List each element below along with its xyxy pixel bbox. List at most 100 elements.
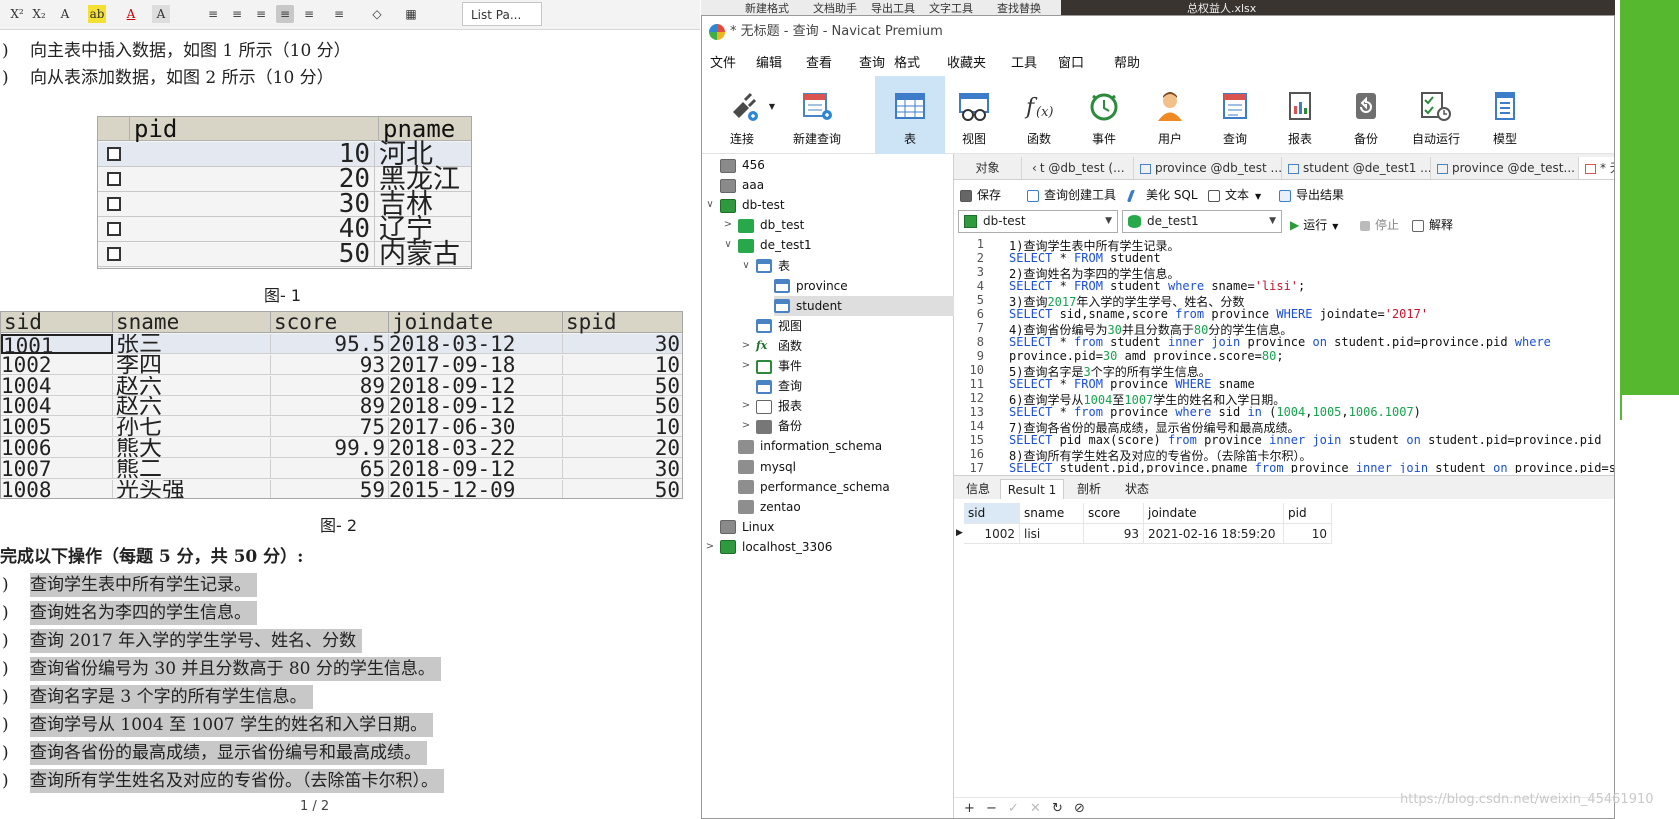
align-left-icon[interactable]: ≡ [204,5,222,23]
beautify-sql-button[interactable]: 美化 SQL [1126,186,1198,203]
menu-view[interactable]: 查看 [806,52,832,71]
row-checkbox[interactable] [107,197,121,211]
tree-item[interactable]: > 事件 [742,356,954,376]
tree-item[interactable]: ∨ db-test [706,195,954,215]
menu-query[interactable]: 查询 [859,52,885,71]
tree-item[interactable]: 视图 [756,316,954,336]
new-query-button[interactable]: 新建查询 [782,76,852,154]
menu-favorites[interactable]: 收藏夹 [947,52,986,71]
query-builder-button[interactable]: 查询创建工具 [1027,186,1116,203]
tree-twisty-icon[interactable]: > [740,336,752,356]
borders-icon[interactable]: ▦ [402,5,420,23]
tree-item[interactable]: 456 [720,155,954,175]
add-record-button[interactable]: + [964,801,975,816]
subscript-icon[interactable]: X₂ [30,5,48,23]
chevron-down-icon[interactable]: ▼ [1332,222,1338,231]
tree-twisty-icon[interactable]: > [740,356,752,376]
refresh-button[interactable]: ↻ [1052,801,1063,816]
column-header[interactable]: score [1084,503,1144,524]
tree-twisty-icon[interactable]: ∨ [704,195,716,215]
justify-icon[interactable]: ≡ [276,5,294,23]
tree-item[interactable]: Linux [720,517,954,537]
tree-item[interactable]: > localhost_3306 [706,537,954,557]
view-button[interactable]: 视图 [939,76,1009,154]
char-shading-icon[interactable]: A [152,5,170,23]
tree-twisty-icon[interactable]: > [740,396,752,416]
tab-profile[interactable]: 剖析 [1066,479,1112,500]
tab-table[interactable]: province @db_test ... [1134,157,1282,179]
sql-editor[interactable]: 1 1)查询学生表中所有学生记录。 2 SELECT * FROM student 3 2… [954,236,1614,473]
chevron-down-icon[interactable]: ▼ [1105,211,1112,232]
tab-info[interactable]: 信息 [958,479,998,500]
tab-result-1[interactable]: Result 1 [1000,479,1064,500]
distribute-icon[interactable]: ≡ [300,5,318,23]
column-header[interactable]: pid [1284,503,1332,524]
style-box[interactable]: List Pa... [462,2,542,26]
menu-format[interactable]: 格式 [894,52,920,71]
tree-item[interactable]: zentao [738,497,954,517]
align-right-icon[interactable]: ≡ [252,5,270,23]
connect-button[interactable]: ▼ 连接 [707,76,777,154]
grid-cell[interactable]: 10 [1284,524,1332,544]
export-results-button[interactable]: 导出结果 [1279,186,1344,203]
explain-button[interactable]: 解释 [1412,216,1453,233]
query-button[interactable]: 查询 [1200,76,1270,154]
row-checkbox[interactable] [107,147,121,161]
chevron-left-icon[interactable]: ‹ [1032,161,1037,175]
apply-button[interactable]: ✓ [1008,801,1019,816]
column-header[interactable]: joindate [1144,503,1284,524]
delete-record-button[interactable]: − [986,801,997,816]
chevron-down-icon[interactable]: ▼ [769,102,775,111]
tree-item[interactable]: ∨ 表 [742,256,954,276]
run-button[interactable]: ▶ 运行 ▼ [1290,216,1338,233]
tree-twisty-icon[interactable]: > [704,537,716,557]
highlight-icon[interactable]: ab [88,5,106,23]
tab-objects[interactable]: 对象 [954,157,1022,179]
grid-cell[interactable]: lisi [1020,524,1084,544]
row-checkbox[interactable] [107,222,121,236]
stop-refresh-button[interactable]: ⊘ [1074,801,1085,816]
line-spacing-icon[interactable]: ≡ [330,5,348,23]
menu-edit[interactable]: 编辑 [756,52,782,71]
align-center-icon[interactable]: ≡ [228,5,246,23]
tab-table[interactable]: ‹ t @db_test (... [1026,157,1134,179]
row-checkbox[interactable] [107,247,121,261]
tab-table[interactable]: province @de_test... [1431,157,1579,179]
user-button[interactable]: 用户 [1135,76,1205,154]
grid-cell[interactable]: 1002 [964,524,1020,544]
menu-window[interactable]: 窗口 [1058,52,1084,71]
tree-item[interactable]: > 备份 [742,416,954,436]
connection-select[interactable]: db-test ▼ [958,210,1118,233]
event-button[interactable]: 事件 [1069,76,1139,154]
auto-run-button[interactable]: 自动运行 [1396,76,1476,154]
tree-item[interactable]: > fx 函数 [742,336,954,356]
function-button[interactable]: f (x) 函数 [1004,76,1074,154]
discard-button[interactable]: ✕ [1030,801,1041,816]
tree-item[interactable]: ∨ de_test1 [724,235,954,255]
stop-button[interactable]: 停止 [1360,216,1399,233]
tab-table[interactable]: student @de_test1 ... [1282,157,1431,179]
database-select[interactable]: de_test1 ▼ [1122,210,1282,233]
chevron-down-icon[interactable]: ▼ [1269,211,1276,232]
tree-item[interactable]: information_schema [738,436,954,456]
tree-twisty-icon[interactable]: > [722,215,734,235]
tree-item[interactable]: student [774,295,954,316]
tab-current-query[interactable]: * 无 [1579,157,1614,179]
text-effect-icon[interactable]: A [56,5,74,23]
shading-icon[interactable]: ◇ [368,5,386,23]
tree-twisty-icon[interactable]: ∨ [740,256,752,276]
tree-twisty-icon[interactable]: > [740,416,752,436]
grid-cell[interactable]: 93 [1084,524,1144,544]
model-button[interactable]: 模型 [1470,76,1540,154]
menu-tools[interactable]: 工具 [1011,52,1037,71]
grid-cell[interactable]: 2021-02-16 18:59:20 [1144,524,1284,544]
tab-status[interactable]: 状态 [1114,479,1160,500]
font-color-icon[interactable]: A [122,5,140,23]
column-header[interactable]: sid [964,503,1020,524]
menu-help[interactable]: 帮助 [1114,52,1140,71]
tree-item[interactable]: aaa [720,175,954,195]
tree-item[interactable]: performance_schema [738,477,954,497]
tree-item[interactable]: > db_test [724,215,954,235]
menu-file[interactable]: 文件 [710,52,736,71]
tree-twisty-icon[interactable]: ∨ [722,235,734,255]
